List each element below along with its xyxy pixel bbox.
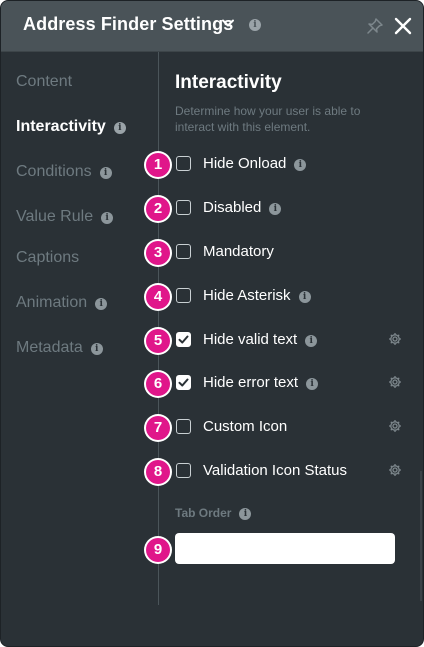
option-label-wrap: Disabled i: [203, 199, 282, 216]
pin-icon[interactable]: [366, 17, 384, 35]
option-custom-icon: 7 Custom Icon: [146, 416, 416, 440]
nav-item-label: Captions: [16, 249, 80, 266]
info-icon[interactable]: i: [113, 122, 126, 134]
section-title: Interactivity: [175, 72, 282, 93]
info-icon[interactable]: i: [99, 167, 112, 179]
panel-header: Address Finder Settings i: [1, 1, 423, 52]
disabled-checkbox[interactable]: [176, 200, 191, 215]
info-icon[interactable]: i: [298, 291, 311, 303]
option-label: Hide Asterisk: [203, 287, 291, 304]
info-icon[interactable]: i: [294, 159, 307, 171]
checkmark-icon: [178, 378, 189, 387]
mandatory-checkbox[interactable]: [176, 244, 191, 259]
nav-item-label: Animation: [16, 294, 88, 311]
step-badge: 4: [146, 285, 170, 309]
option-hide-valid-text: 5 Hide valid text i: [146, 329, 416, 353]
step-badge: 7: [146, 416, 170, 440]
step-badge: 1: [146, 153, 170, 177]
settings-panel: Address Finder Settings i Content Intera…: [0, 0, 424, 647]
panel-title[interactable]: Address Finder Settings: [23, 14, 233, 35]
gear-icon[interactable]: [388, 463, 402, 477]
step-badge: 5: [146, 329, 170, 353]
nav-item-label: Content: [16, 73, 73, 90]
nav-item-label: Interactivity: [16, 118, 106, 135]
nav-item-value-rule[interactable]: Value Rule i: [16, 208, 114, 226]
option-label-wrap: Mandatory: [203, 243, 274, 260]
nav-item-label: Conditions: [16, 163, 92, 180]
option-label-wrap: Hide Asterisk i: [203, 287, 311, 304]
nav-item-metadata[interactable]: Metadata i: [16, 339, 103, 357]
option-mandatory: 3 Mandatory: [146, 241, 416, 265]
step-badge: 8: [146, 460, 170, 484]
option-label-wrap: Hide valid text i: [203, 331, 318, 348]
tab-order-badge-wrap: 9: [146, 538, 176, 562]
option-label: Custom Icon: [203, 418, 288, 435]
nav-item-interactivity[interactable]: Interactivity i: [16, 118, 126, 136]
scrollbar[interactable]: [420, 471, 422, 601]
info-icon[interactable]: i: [95, 298, 108, 310]
step-badge: 2: [146, 197, 170, 221]
close-icon[interactable]: [394, 17, 412, 35]
custom-icon-checkbox[interactable]: [176, 419, 191, 434]
section-description: Determine how your user is able to inter…: [175, 104, 361, 134]
tab-order-label-wrap: Tab Order i: [175, 506, 252, 520]
option-label-wrap: Custom Icon: [203, 418, 287, 435]
nav-item-captions[interactable]: Captions: [16, 249, 79, 267]
hide-valid-text-checkbox[interactable]: [176, 332, 191, 347]
option-label: Hide error text: [203, 374, 299, 391]
info-icon[interactable]: i: [101, 212, 114, 224]
option-label: Validation Icon Status: [203, 462, 347, 479]
tab-order-label: Tab Order: [175, 506, 232, 520]
gear-icon[interactable]: [388, 375, 402, 389]
option-label-wrap: Validation Icon Status: [203, 462, 347, 479]
option-hide-asterisk: 4 Hide Asterisk i: [146, 285, 416, 309]
nav-item-animation[interactable]: Animation i: [16, 294, 108, 312]
info-icon[interactable]: i: [90, 343, 103, 355]
nav-item-content[interactable]: Content: [16, 73, 72, 91]
validation-icon-status-checkbox[interactable]: [176, 463, 191, 478]
hide-asterisk-checkbox[interactable]: [176, 288, 191, 303]
nav-item-label: Value Rule: [16, 208, 94, 225]
option-label: Mandatory: [203, 243, 274, 260]
option-label: Hide Onload: [203, 155, 287, 172]
info-icon[interactable]: i: [269, 203, 282, 215]
nav-item-label: Metadata: [16, 339, 83, 356]
option-hide-error-text: 6 Hide error text i: [146, 372, 416, 396]
tab-order-input[interactable]: [175, 533, 395, 564]
option-hide-onload: 1 Hide Onload i: [146, 153, 416, 177]
chevron-down-icon[interactable]: [220, 15, 236, 31]
info-icon[interactable]: i: [239, 508, 252, 520]
gear-icon[interactable]: [388, 419, 402, 433]
info-icon[interactable]: i: [306, 378, 319, 390]
option-label-wrap: Hide Onload i: [203, 155, 307, 172]
checkmark-icon: [178, 335, 189, 344]
gear-icon[interactable]: [388, 332, 402, 346]
info-icon[interactable]: i: [249, 19, 261, 31]
step-badge: 3: [146, 241, 170, 265]
option-disabled: 2 Disabled i: [146, 197, 416, 221]
hide-onload-checkbox[interactable]: [176, 156, 191, 171]
nav-item-conditions[interactable]: Conditions i: [16, 163, 112, 181]
info-icon[interactable]: i: [305, 335, 318, 347]
option-label: Disabled: [203, 199, 262, 216]
option-label: Hide valid text: [203, 331, 298, 348]
step-badge: 9: [146, 538, 170, 562]
option-label-wrap: Hide error text i: [203, 374, 319, 391]
hide-error-text-checkbox[interactable]: [176, 375, 191, 390]
step-badge: 6: [146, 372, 170, 396]
option-validation-icon-status: 8 Validation Icon Status: [146, 460, 416, 484]
